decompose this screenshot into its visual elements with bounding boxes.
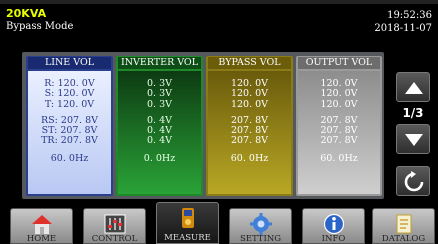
ups-screen: 20KVA Bypass Mode 19:52:36 2018-11-07 LI… [0,0,438,244]
nav-label: INFO [321,234,346,244]
nav-label: MEASURE [164,233,211,243]
refresh-button[interactable] [396,166,430,196]
measure-meter-icon [181,208,194,228]
column-values: R: 120. 0V S: 120. 0V T: 120. 0V RS: 207… [28,71,111,194]
gear-icon [249,213,272,235]
nav-measure-button[interactable]: MEASURE [156,202,219,244]
time-label: 19:52:36 [387,10,432,21]
info-icon [323,213,344,235]
nav-control-button[interactable]: CONTROL [83,208,146,244]
column-values: 120. 0V 120. 0V 120. 0V 207. 8V 207. 8V … [298,71,380,194]
nav-setting-button[interactable]: SETTING [229,208,292,244]
column-title: BYPASS VOL [208,57,291,69]
page-down-button[interactable] [396,124,430,154]
status-header: 20KVA Bypass Mode [6,7,73,33]
arrow-up-icon [405,82,423,94]
value-t: 0. 3V [147,98,172,110]
page-up-button[interactable] [396,72,430,102]
bezel [0,0,438,4]
page-indicator: 1/3 [402,106,424,120]
date-label: 2018-11-07 [374,23,432,34]
value-tr: 207. 8V [230,135,269,147]
value-tr: 207. 8V [320,135,358,147]
nav-home-button[interactable]: HOME [10,208,73,244]
nav-label: DATALOG [381,234,426,244]
nav-info-button[interactable]: INFO [302,208,365,244]
value-freq: 60. 0Hz [50,152,89,164]
nav-label: SETTING [239,234,282,244]
column-title: OUTPUT VOL [298,57,380,69]
inverter-vol-column: INVERTER VOL 0. 3V 0. 3V 0. 3V 0. 4V 0. … [116,56,203,196]
model-label: 20KVA [6,7,47,20]
mode-label: Bypass Mode [6,21,74,32]
value-t: 120. 0V [320,98,358,110]
column-values: 0. 3V 0. 3V 0. 3V 0. 4V 0. 4V 0. 4V 0. 0… [118,71,201,194]
control-sliders-icon [104,214,125,234]
home-icon [31,215,52,234]
clock: 19:52:36 2018-11-07 [374,9,432,35]
nav-label: HOME [26,234,57,244]
column-title: LINE VOL [28,57,111,69]
measure-panel: LINE VOL R: 120. 0V S: 120. 0V T: 120. 0… [22,52,384,199]
output-vol-column: OUTPUT VOL 120. 0V 120. 0V 120. 0V 207. … [296,56,382,196]
line-vol-column: LINE VOL R: 120. 0V S: 120. 0V T: 120. 0… [26,56,113,196]
value-freq: 60. 0Hz [230,152,269,164]
arrow-down-icon [405,134,423,146]
value-tr: TR: 207. 8V [41,135,98,147]
datalog-document-icon [396,214,411,234]
bypass-vol-column: BYPASS VOL 120. 0V 120. 0V 120. 0V 207. … [206,56,293,196]
column-values: 120. 0V 120. 0V 120. 0V 207. 8V 207. 8V … [208,71,291,194]
column-title: INVERTER VOL [118,57,201,69]
value-freq: 60. 0Hz [320,152,358,164]
nav-datalog-button[interactable]: DATALOG [372,208,435,244]
value-t: 120. 0V [230,98,269,110]
value-freq: 0. 0Hz [143,152,176,164]
value-tr: 0. 4V [147,135,172,147]
value-t: T: 120. 0V [44,98,95,110]
nav-label: CONTROL [91,234,138,244]
bottom-nav: HOME CONTROL MEASURE SETTING INFO DATALO… [0,202,438,244]
